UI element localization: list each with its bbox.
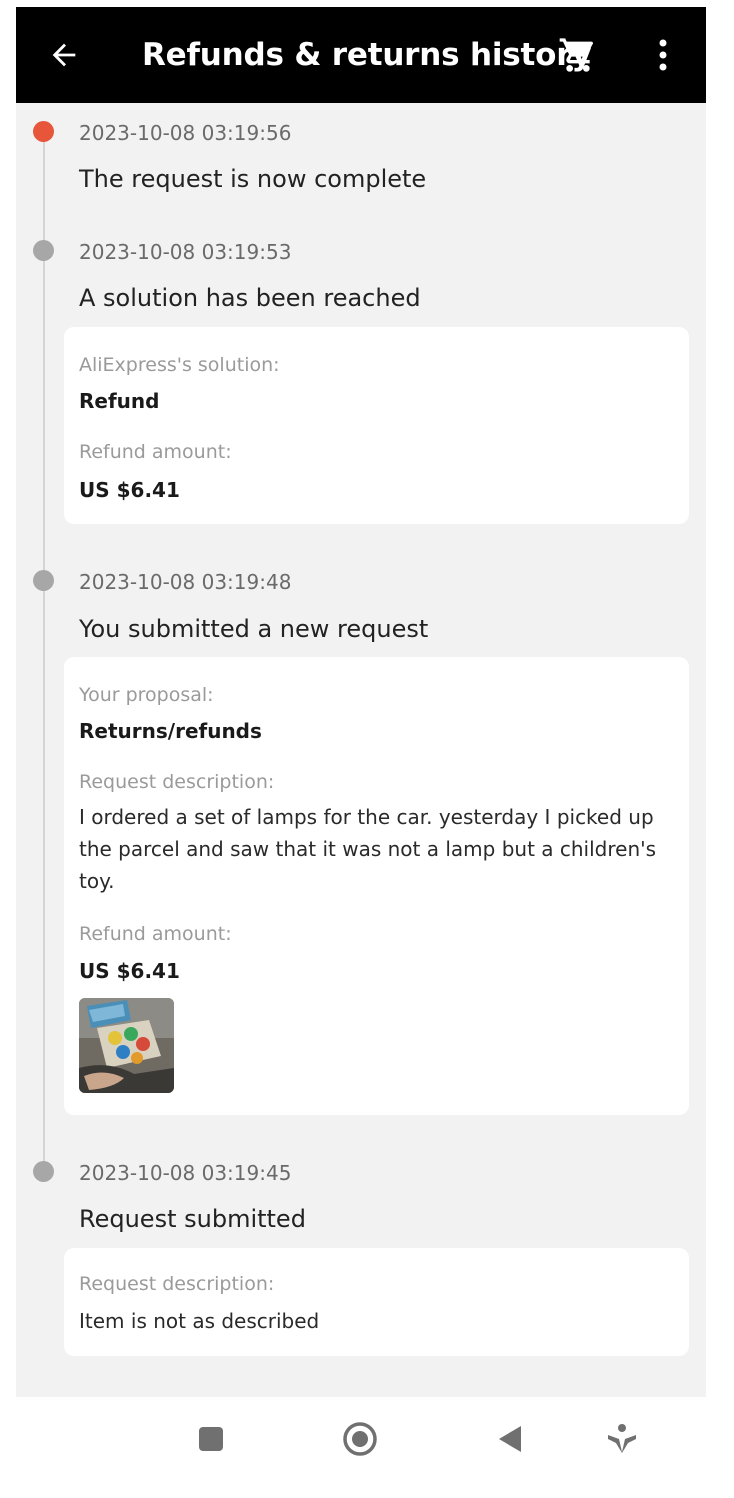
- square-icon: [199, 1427, 223, 1451]
- proposal-label: Your proposal:: [79, 684, 214, 706]
- refund-amount-label: Refund amount:: [79, 923, 232, 945]
- system-nav-bar: [0, 1397, 734, 1498]
- event-title: You submitted a new request: [79, 615, 429, 643]
- event-title: A solution has been reached: [79, 284, 421, 312]
- description-text: Item is not as described: [79, 1309, 320, 1333]
- solution-label: AliExpress's solution:: [79, 354, 280, 376]
- request-submitted-card: Request description: Item is not as desc…: [64, 1248, 689, 1356]
- solution-card: AliExpress's solution: Refund Refund amo…: [64, 327, 689, 524]
- photo-thumbnail-icon: [79, 998, 174, 1093]
- accessibility-button[interactable]: [600, 1417, 644, 1461]
- timeline-dot: [33, 570, 54, 591]
- description-text: I ordered a set of lamps for the car. ye…: [79, 805, 657, 893]
- back-button[interactable]: [44, 35, 84, 75]
- back-nav-button[interactable]: [488, 1417, 532, 1461]
- cart-button[interactable]: [556, 33, 600, 77]
- request-card: Your proposal: Returns/refunds Request d…: [64, 657, 689, 1115]
- proposal-value: Returns/refunds: [79, 719, 262, 743]
- accessibility-icon: [608, 1424, 636, 1453]
- refund-amount-value: US $6.41: [79, 478, 180, 502]
- timeline-dot: [33, 1161, 54, 1182]
- more-vertical-icon: [659, 39, 667, 71]
- event-timestamp: 2023-10-08 03:19:48: [79, 570, 292, 594]
- event-timestamp: 2023-10-08 03:19:45: [79, 1161, 292, 1185]
- home-button[interactable]: [338, 1417, 382, 1461]
- attachment-photo[interactable]: [79, 998, 174, 1093]
- screen: Refunds & returns history 2023-10-08 03:…: [16, 7, 706, 1397]
- refund-amount-label: Refund amount:: [79, 441, 232, 463]
- triangle-back-icon: [499, 1426, 521, 1452]
- page-title: Refunds & returns history: [142, 37, 592, 73]
- timeline-dot-active: [33, 121, 54, 142]
- cart-icon: [559, 38, 593, 72]
- description-label: Request description:: [79, 1273, 275, 1295]
- event-title: The request is now complete: [79, 165, 427, 193]
- timeline-rail: [43, 131, 45, 1171]
- solution-value: Refund: [79, 389, 160, 413]
- refund-amount-value: US $6.41: [79, 959, 180, 983]
- circle-icon: [343, 1422, 377, 1456]
- more-options-button[interactable]: [648, 33, 678, 77]
- event-timestamp: 2023-10-08 03:19:53: [79, 240, 292, 264]
- recents-button[interactable]: [189, 1417, 233, 1461]
- timeline-dot: [33, 240, 54, 261]
- description-label: Request description:: [79, 771, 275, 793]
- top-app-bar: Refunds & returns history: [16, 7, 706, 103]
- arrow-left-icon: [52, 43, 76, 67]
- event-title: Request submitted: [79, 1205, 306, 1233]
- event-timestamp: 2023-10-08 03:19:56: [79, 121, 292, 145]
